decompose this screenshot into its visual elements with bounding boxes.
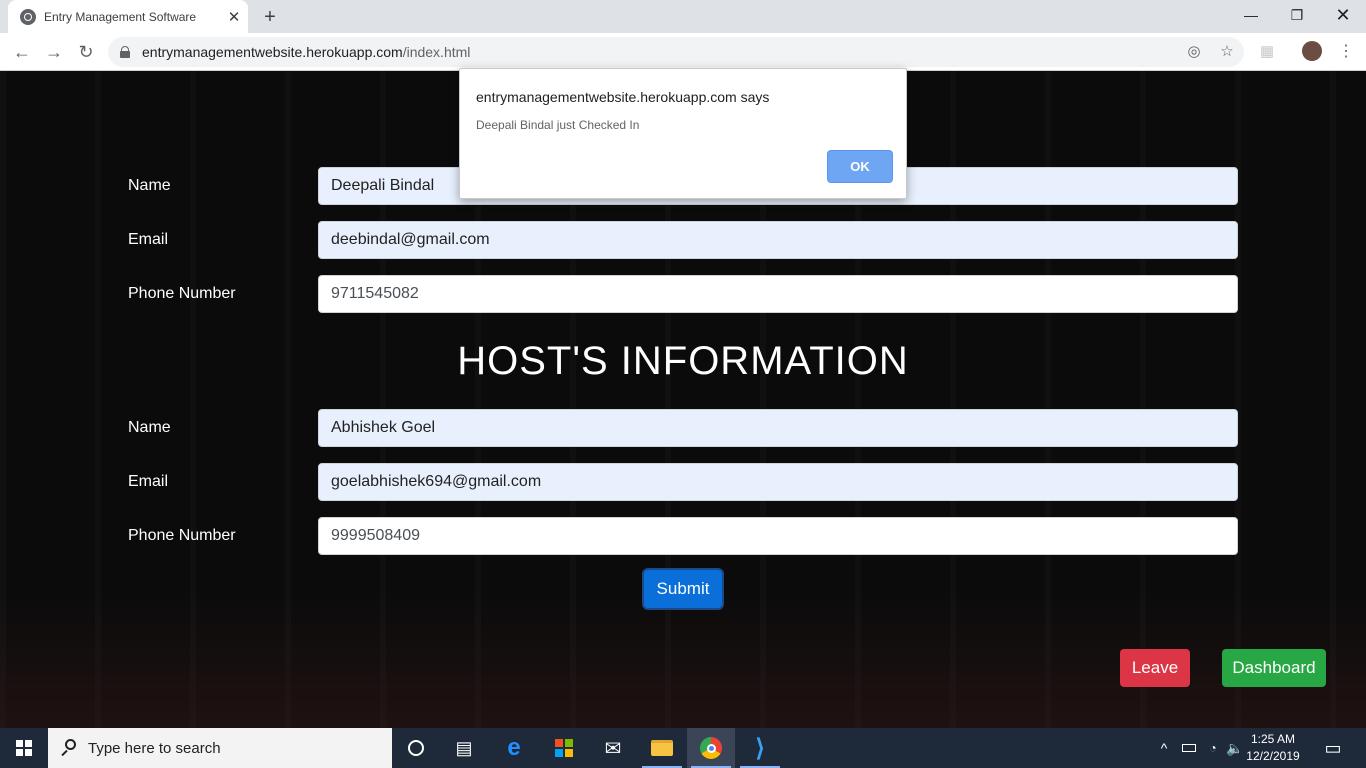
url-host: entrymanagementwebsite.herokuapp.com bbox=[142, 44, 403, 60]
forward-button[interactable]: → bbox=[40, 38, 68, 66]
globe-icon bbox=[20, 8, 36, 25]
browser-tab[interactable]: Entry Management Software ✕ bbox=[8, 0, 248, 33]
lock-icon[interactable] bbox=[120, 46, 130, 58]
extension-icon[interactable]: ▦ bbox=[1258, 42, 1276, 60]
wifi-icon[interactable]: ◔ bbox=[1204, 728, 1222, 768]
restore-button[interactable]: ❐ bbox=[1274, 0, 1320, 30]
close-tab-icon[interactable]: ✕ bbox=[224, 7, 244, 27]
leave-button[interactable]: Leave bbox=[1120, 649, 1190, 687]
close-window-button[interactable]: ✕ bbox=[1320, 0, 1366, 30]
cortana-icon[interactable] bbox=[392, 728, 440, 768]
battery-icon[interactable] bbox=[1180, 728, 1198, 768]
dialog-message: Deepali Bindal just Checked In bbox=[476, 118, 640, 132]
host-email-input[interactable] bbox=[318, 463, 1238, 501]
visitor-email-input[interactable] bbox=[318, 221, 1238, 259]
visitor-name-label: Name bbox=[128, 177, 171, 194]
dashboard-button[interactable]: Dashboard bbox=[1222, 649, 1326, 687]
notifications-icon[interactable]: ▭ bbox=[1320, 728, 1346, 768]
search-placeholder: Type here to search bbox=[88, 739, 221, 757]
dialog-title: entrymanagementwebsite.herokuapp.com say… bbox=[476, 89, 770, 105]
clock-time: 1:25 AM bbox=[1250, 732, 1296, 746]
show-hidden-icons-icon[interactable]: ^ bbox=[1156, 728, 1172, 768]
windows-logo-icon bbox=[16, 740, 32, 756]
taskbar: Type here to search ▤ e ✉ ⟩ ^ ◔ 🔈 1:25 A… bbox=[0, 728, 1366, 768]
new-tab-button[interactable]: + bbox=[258, 5, 282, 29]
browser-toolbar: ← → ↻ entrymanagementwebsite.herokuapp.c… bbox=[0, 33, 1366, 71]
file-explorer-icon[interactable] bbox=[638, 728, 686, 768]
visitor-email-label: Email bbox=[128, 231, 169, 248]
edge-icon[interactable]: e bbox=[490, 728, 538, 768]
address-bar[interactable]: entrymanagementwebsite.herokuapp.com/ind… bbox=[108, 37, 1244, 67]
start-button[interactable] bbox=[0, 728, 48, 768]
bookmark-star-icon[interactable]: ☆ bbox=[1218, 42, 1236, 60]
taskbar-search-box[interactable]: Type here to search bbox=[48, 728, 392, 768]
visitor-phone-input[interactable] bbox=[318, 275, 1238, 313]
profile-avatar[interactable] bbox=[1302, 41, 1322, 61]
host-phone-label: Phone Number bbox=[128, 527, 236, 544]
location-icon[interactable]: ◎ bbox=[1185, 42, 1203, 60]
volume-icon[interactable]: 🔈 bbox=[1226, 728, 1244, 768]
url-path: /index.html bbox=[402, 44, 471, 60]
clock-date: 12/2/2019 bbox=[1246, 749, 1300, 763]
back-button[interactable]: ← bbox=[8, 38, 36, 66]
clock[interactable]: 1:25 AM 12/2/2019 bbox=[1244, 731, 1302, 765]
visitor-phone-label: Phone Number bbox=[128, 285, 236, 302]
chrome-icon[interactable] bbox=[687, 728, 735, 768]
store-icon[interactable] bbox=[540, 728, 588, 768]
host-email-label: Email bbox=[128, 473, 169, 490]
submit-button[interactable]: Submit bbox=[642, 568, 724, 610]
vscode-icon[interactable]: ⟩ bbox=[736, 728, 784, 768]
host-phone-input[interactable] bbox=[318, 517, 1238, 555]
task-view-icon[interactable]: ▤ bbox=[440, 728, 488, 768]
mail-icon[interactable]: ✉ bbox=[589, 728, 637, 768]
search-icon bbox=[60, 739, 78, 757]
ok-button[interactable]: OK bbox=[827, 150, 893, 183]
alert-dialog: entrymanagementwebsite.herokuapp.com say… bbox=[459, 68, 907, 199]
host-name-input[interactable] bbox=[318, 409, 1238, 447]
minimize-button[interactable]: — bbox=[1228, 0, 1274, 30]
host-name-label: Name bbox=[128, 419, 171, 436]
browser-tab-bar: Entry Management Software ✕ + — ❐ ✕ bbox=[0, 0, 1366, 33]
tab-title: Entry Management Software bbox=[44, 9, 197, 24]
reload-button[interactable]: ↻ bbox=[72, 38, 100, 66]
host-heading: HOST'S INFORMATION bbox=[457, 339, 909, 383]
menu-kebab-icon[interactable]: ⋮ bbox=[1337, 42, 1355, 60]
